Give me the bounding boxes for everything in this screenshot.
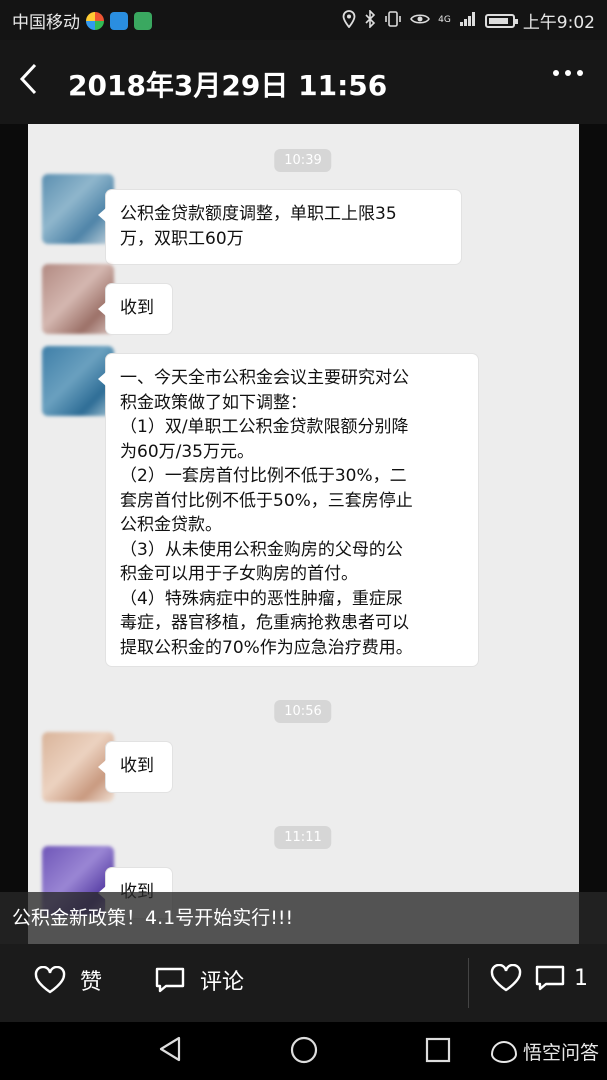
vibrate-icon xyxy=(384,10,402,32)
page-title: 2018年3月29日 11:56 xyxy=(68,69,388,102)
bluetooth-icon xyxy=(364,8,376,32)
battery-icon xyxy=(484,13,518,28)
app-notification-icon xyxy=(134,11,152,30)
like-button[interactable]: 赞 xyxy=(34,964,102,996)
post-image[interactable]: 10:39 公积金贷款额度调整，单职工上限35 万，双职工60万 收到 一、今天… xyxy=(28,124,579,944)
message-line: （4）特殊病症中的恶性肿瘤，重症尿 xyxy=(120,588,403,609)
message-line: 积金政策做了如下调整： xyxy=(120,392,307,413)
comment-button[interactable]: 评论 xyxy=(154,964,244,996)
eye-comfort-icon xyxy=(410,11,431,30)
message-line: 毒症，器官移植，危重病抢救患者可以 xyxy=(120,613,409,633)
chat-timestamp: 10:56 xyxy=(274,700,332,723)
message-line: 为60万/35万元。 xyxy=(120,441,254,462)
app-notification-icon xyxy=(110,11,128,30)
message-line: 公积金贷款额度调整，单职工上限35 xyxy=(120,204,397,224)
message-line: 一、今天全市公积金会议主要研究对公 xyxy=(120,368,409,388)
comment-icon xyxy=(534,964,566,992)
message-line: 公积金贷款。 xyxy=(120,515,222,535)
avatar xyxy=(42,264,114,334)
like-label: 赞 xyxy=(80,970,103,995)
heart-icon xyxy=(490,964,522,992)
chat-bubble-policy: 一、今天全市公积金会议主要研究对公 积金政策做了如下调整： （1）双/单职工公积… xyxy=(98,354,478,666)
status-bar: 中国移动 4G 上午9:02 xyxy=(0,0,607,40)
chat-bubble: 公积金贷款额度调整，单职工上限35 万，双职工60万 xyxy=(98,190,461,264)
back-chevron-icon[interactable] xyxy=(18,62,38,103)
watermark-label: 悟空问答 xyxy=(522,1042,599,1064)
watermark: 悟空问答 xyxy=(490,1038,599,1065)
nav-back-icon[interactable] xyxy=(155,1034,185,1068)
chat-bubble: 收到 xyxy=(98,284,172,334)
chat-bubble: 收到 xyxy=(98,742,172,792)
message-line: 万，双职工60万 xyxy=(120,228,244,249)
nav-recents-icon[interactable] xyxy=(424,1036,452,1068)
network-type-label: 4G xyxy=(438,15,451,25)
title-bar: 2018年3月29日 11:56 xyxy=(0,40,607,124)
comment-count-button[interactable]: 1 xyxy=(534,964,588,992)
clock-label: 上午9:02 xyxy=(522,13,595,33)
comment-icon xyxy=(154,966,186,994)
signal-icon xyxy=(459,11,477,31)
message-line: （3）从未使用公积金购房的父母的公 xyxy=(120,539,403,560)
message-line: （1）双/单职工公积金贷款限额分别降 xyxy=(120,417,409,437)
nav-home-icon[interactable] xyxy=(288,1034,320,1070)
app-notification-icon xyxy=(86,11,104,30)
heart-icon xyxy=(34,966,66,994)
location-icon xyxy=(342,9,356,32)
system-nav-bar: 悟空问答 xyxy=(0,1022,607,1080)
post-caption: 公积金新政策！4.1号开始实行!!! xyxy=(0,892,607,944)
chat-timestamp: 11:11 xyxy=(274,826,332,849)
comment-count: 1 xyxy=(574,965,588,991)
message-line: 积金可以用于子女购房的首付。 xyxy=(120,564,358,584)
message-line: 收到 xyxy=(120,756,154,776)
like-count-button[interactable] xyxy=(490,964,522,992)
message-line: 提取公积金的70%作为应急治疗费用。 xyxy=(120,637,413,658)
action-bar: 赞 评论 1 xyxy=(0,944,607,1022)
chat-timestamp: 10:39 xyxy=(274,149,332,172)
more-dots-icon[interactable] xyxy=(551,58,585,96)
message-line: 套房首付比例不低于50%，三套房停止 xyxy=(120,490,413,511)
message-line: （2）一套房首付比例不低于30%，二 xyxy=(120,466,407,486)
divider xyxy=(468,958,469,1008)
message-line: 收到 xyxy=(120,298,154,318)
wukong-logo-icon xyxy=(490,1040,517,1063)
comment-label: 评论 xyxy=(200,970,245,995)
carrier-label: 中国移动 xyxy=(12,13,80,33)
